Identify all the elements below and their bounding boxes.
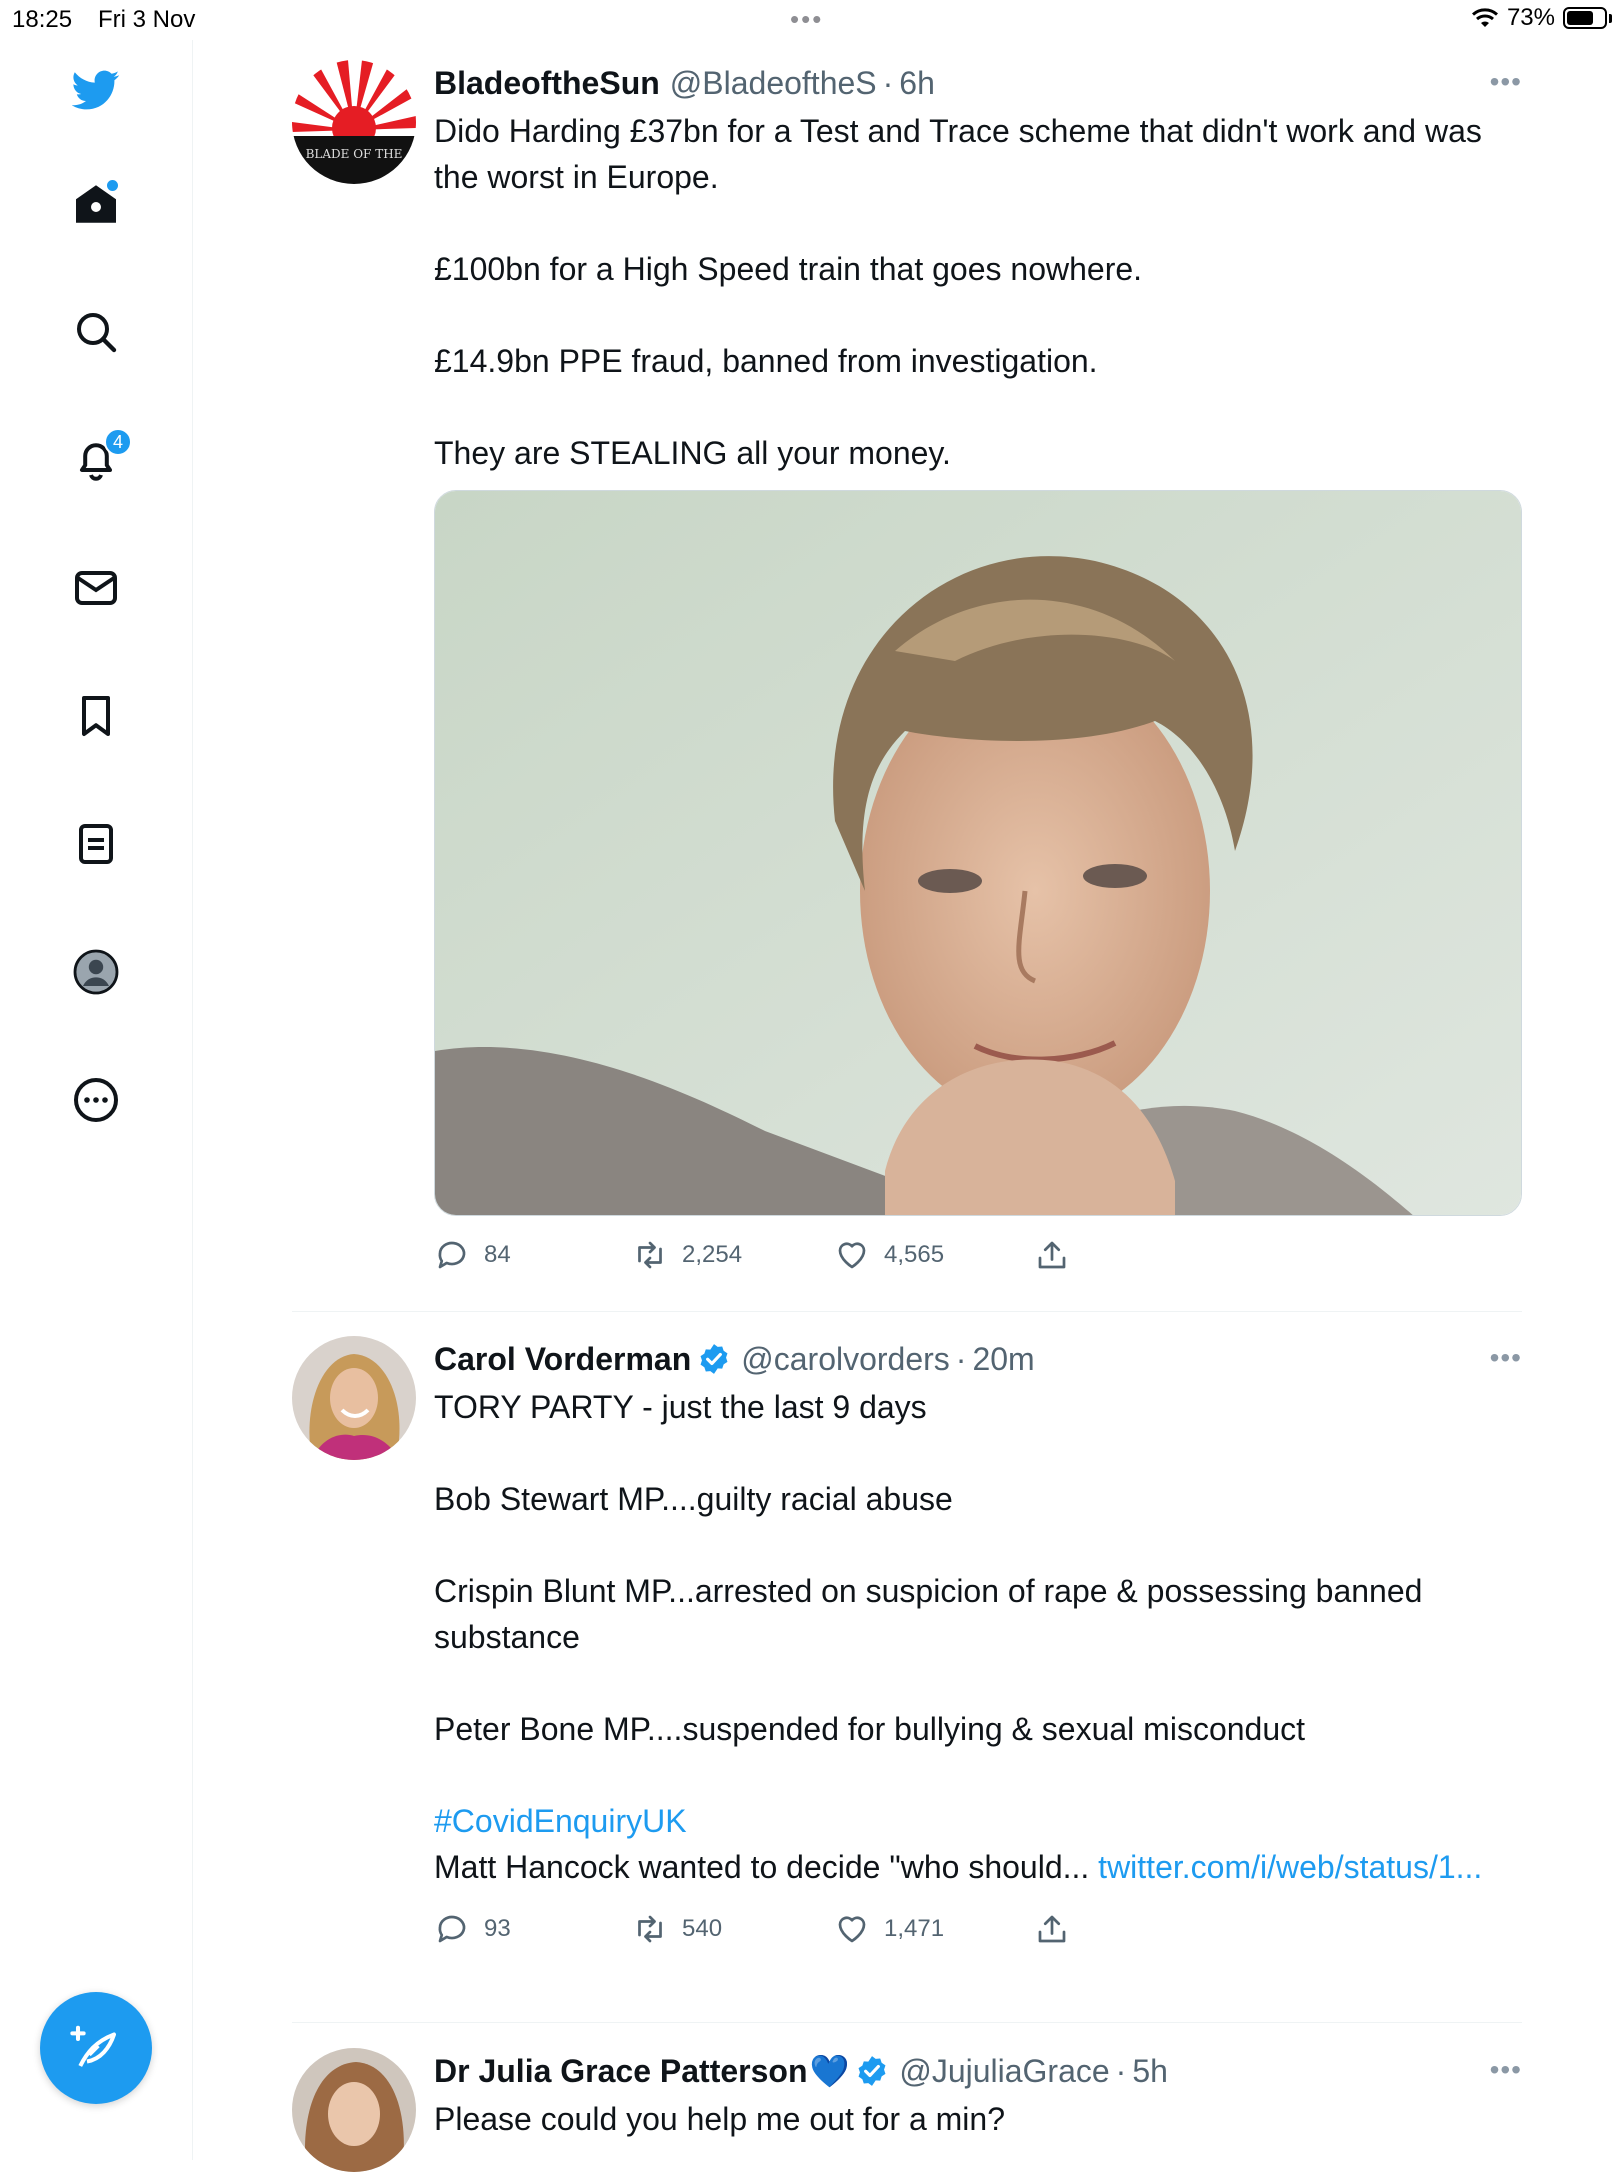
heart-icon [838,1916,866,1943]
battery-level [1567,11,1594,25]
avatar[interactable] [292,1336,416,1460]
verified-badge-icon [858,2056,886,2086]
tweet-actions: 93 540 1,471 [434,1902,1522,1956]
wifi-icon [1471,8,1498,27]
author-name[interactable]: Dr Julia Grace Patterson [434,2053,807,2090]
share-icon [1038,1241,1066,1269]
like-button[interactable]: 1,471 [834,1911,1034,1947]
author-name[interactable]: BladeoftheSun [434,65,660,102]
hashtag-link[interactable]: #CovidEnquiryUK [434,1798,1522,1844]
retweet-count: 2,254 [682,1241,743,1268]
tweet-paragraph: £14.9bn PPE fraud, banned from investiga… [434,343,1098,379]
avatar[interactable]: BLADE OF THE [292,60,416,184]
retweet-button[interactable]: 540 [632,1911,834,1947]
status-bar: 18:25 Fri 3 Nov ••• 73% [0,0,1620,40]
avatar[interactable] [292,2048,416,2172]
separator-dot: · [955,1340,967,1377]
battery-tip [1609,13,1612,23]
compose-feather-icon [70,2025,117,2067]
retweet-icon [638,1241,662,1269]
tweet-divider [292,1311,1522,1312]
notifications-badge: 4 [104,428,132,456]
reply-button[interactable]: 93 [434,1911,632,1947]
status-right: 73% [1471,4,1612,32]
tweet-paragraph: They are STEALING all your money. [434,435,951,471]
tweet-paragraph: Please could you help me out for a min? [434,2101,1005,2137]
tweet-paragraph: TORY PARTY - just the last 9 days [434,1389,927,1425]
tweet-header: BladeoftheSun @BladeoftheS · 6h [434,60,1522,106]
messages-icon[interactable] [58,550,134,626]
share-button[interactable] [1034,1911,1070,1947]
tweet-photo[interactable] [434,490,1522,1216]
tweet-divider [292,2022,1522,2023]
author-handle[interactable]: @JujuliaGrace [899,2053,1109,2090]
multitasking-dots-icon[interactable]: ••• [790,4,823,35]
more-icon[interactable] [58,1062,134,1138]
bookmarks-icon[interactable] [58,678,134,754]
verified-badge-icon [700,1344,728,1374]
compose-tweet-button[interactable] [40,1992,152,2104]
home-unread-dot [105,178,120,193]
profile-icon[interactable] [58,934,134,1010]
retweet-count: 540 [682,1915,723,1942]
status-date: Fri 3 Nov [98,6,196,33]
battery-icon [1563,7,1607,29]
tweet-paragraph: Bob Stewart MP....guilty racial abuse [434,1481,953,1517]
reply-count: 84 [484,1241,511,1268]
share-icon [1038,1915,1066,1943]
more-options-icon[interactable]: ••• [1490,2054,1522,2086]
reply-button[interactable]: 84 [434,1237,632,1273]
home-icon[interactable] [58,166,134,242]
tweet-text: TORY PARTY - just the last 9 days Bob St… [434,1384,1522,1890]
tweet-time[interactable]: 5h [1132,2053,1168,2090]
separator-dot: · [1115,2052,1127,2089]
tweet-paragraph-last: Matt Hancock wanted to decide "who shoul… [434,1844,1522,1890]
search-icon[interactable] [58,294,134,370]
tweet-text: Dido Harding £37bn for a Test and Trace … [434,108,1522,476]
retweet-icon [638,1915,662,1943]
author-handle[interactable]: @BladeoftheS [670,65,877,102]
author-name[interactable]: Carol Vorderman [434,1341,691,1378]
reply-icon [438,1915,466,1943]
tweet-text: Please could you help me out for a min? [434,2096,1522,2142]
more-options-icon[interactable]: ••• [1490,1342,1522,1374]
author-handle[interactable]: @carolvorders [741,1341,950,1378]
separator-dot: · [882,64,894,101]
tweet-header: Carol Vorderman @carolvorders · 20m [434,1336,1522,1382]
avatar-logo-text: BLADE OF THE [306,147,403,161]
sidebar: 4 [0,40,193,2160]
notifications-icon[interactable]: 4 [58,422,134,498]
tweet-paragraph: £100bn for a High Speed train that goes … [434,251,1143,287]
retweet-button[interactable]: 2,254 [632,1237,834,1273]
share-button[interactable] [1034,1237,1070,1273]
like-count: 1,471 [884,1915,945,1942]
tweet-header: Dr Julia Grace Patterson 💙 @JujuliaGrace… [434,2048,1522,2094]
lists-icon[interactable] [58,806,134,882]
tweet-time[interactable]: 6h [899,65,935,102]
tweet-paragraph: Crispin Blunt MP...arrested on suspicion… [434,1573,1423,1655]
reply-count: 93 [484,1915,511,1942]
tweet-truncated-text: Matt Hancock wanted to decide "who shoul… [434,1849,1099,1885]
heart-icon [838,1242,866,1269]
name-emoji: 💙 [809,2053,850,2089]
twitter-logo-icon[interactable] [58,52,134,128]
tweet-body: Dr Julia Grace Patterson 💙 @JujuliaGrace… [434,2048,1522,2142]
reply-icon [438,1241,466,1269]
tweet-paragraph: Peter Bone MP....suspended for bullying … [434,1711,1306,1747]
tweet-actions: 84 2,254 4,565 [434,1228,1522,1282]
status-time: 18:25 [12,6,73,33]
more-options-icon[interactable]: ••• [1490,66,1522,98]
tweet-body: Carol Vorderman @carolvorders · 20m ••• … [434,1336,1522,1956]
tweet-time[interactable]: 20m [972,1341,1034,1378]
tweet-paragraph: Dido Harding £37bn for a Test and Trace … [434,113,1482,195]
like-count: 4,565 [884,1241,945,1268]
like-button[interactable]: 4,565 [834,1237,1034,1273]
tweet-body: BladeoftheSun @BladeoftheS · 6h ••• Dido… [434,60,1522,1282]
status-link[interactable]: twitter.com/i/web/status/1... [1098,1849,1482,1885]
battery-percent: 73% [1506,4,1555,31]
